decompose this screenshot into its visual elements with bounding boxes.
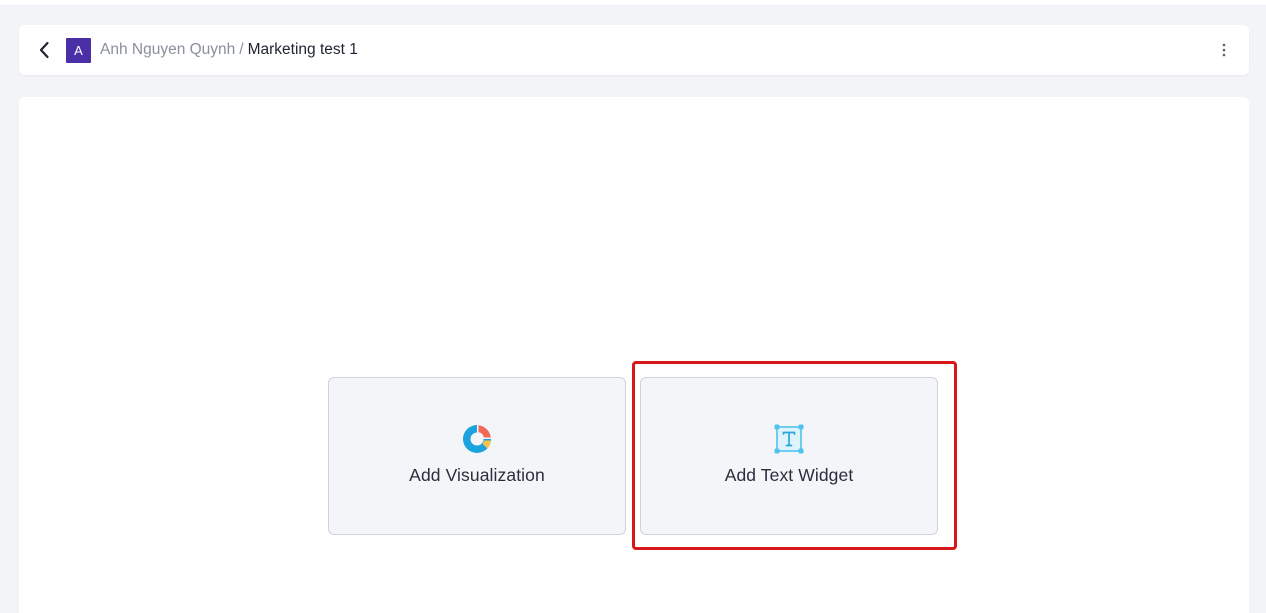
avatar-letter: A [74,43,83,58]
breadcrumb-separator: / [239,41,244,58]
back-button[interactable] [33,38,55,62]
breadcrumb-owner[interactable]: Anh Nguyen Quynh [100,41,235,58]
breadcrumb: Anh Nguyen Quynh / Marketing test 1 [100,40,358,60]
add-text-widget-label: Add Text Widget [724,465,854,485]
text-box-icon [774,424,804,454]
top-strip [0,0,1266,5]
add-visualization-label: Add Visualization [409,465,545,485]
donut-chart-icon [462,424,492,454]
add-text-widget-card[interactable]: Add Text Widget [640,377,938,535]
more-options-button[interactable] [1215,39,1233,61]
chevron-left-icon [39,41,49,59]
vertical-dots-icon [1222,43,1226,57]
avatar: A [66,38,91,63]
breadcrumb-dashboard-name: Marketing test 1 [247,41,358,58]
dashboard-canvas [19,97,1249,613]
dashboard-header: A Anh Nguyen Quynh / Marketing test 1 [19,25,1249,75]
add-visualization-card[interactable]: Add Visualization [328,377,626,535]
